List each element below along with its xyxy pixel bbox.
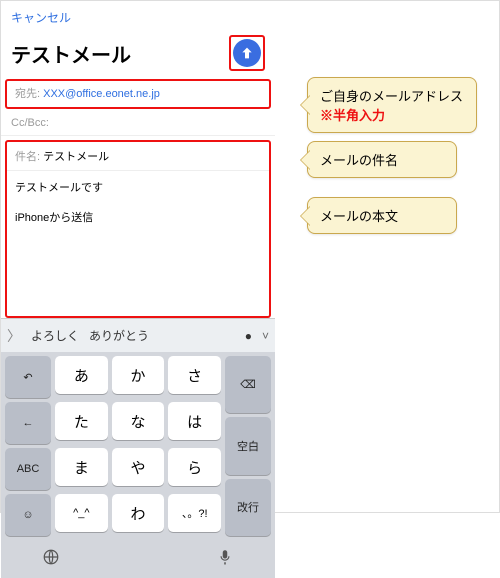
mail-compose-screen: キャンセル テストメール 宛先: XXX@office.eonet.ne.jp … xyxy=(1,1,275,578)
keyboard-bottom xyxy=(1,540,275,578)
key-undo[interactable]: ↶ xyxy=(5,356,51,398)
key-abc[interactable]: ABC xyxy=(5,448,51,490)
callout-address: ご自身のメールアドレス ※半角入力 xyxy=(307,77,477,133)
key-kaomoji[interactable]: ^_^ xyxy=(55,494,108,532)
subject-label: 件名: xyxy=(15,151,40,163)
callout-subject-text: メールの件名 xyxy=(320,153,398,168)
key-left[interactable]: ← xyxy=(5,402,51,444)
to-field[interactable]: 宛先: XXX@office.eonet.ne.jp xyxy=(5,79,271,109)
cancel-button[interactable]: キャンセル xyxy=(11,9,71,26)
mic-icon[interactable] xyxy=(182,542,269,572)
keyboard: ↶ ← ABC ☺ あ か さ た な は ま や ら xyxy=(1,352,275,540)
predict-word-2[interactable]: ありがとう xyxy=(89,327,149,344)
compose-header: テストメール xyxy=(1,31,275,79)
key-ra[interactable]: ら xyxy=(168,448,221,486)
callout-address-note: ※半角入力 xyxy=(320,105,464,124)
to-label: 宛先: xyxy=(15,88,40,100)
key-ma[interactable]: ま xyxy=(55,448,108,486)
cc-bcc-field[interactable]: Cc/Bcc: xyxy=(1,113,275,136)
subject-field[interactable]: 件名: テストメール xyxy=(7,142,269,171)
key-punct[interactable]: 、。?! xyxy=(168,494,221,532)
callout-body-text: メールの本文 xyxy=(320,209,398,224)
message-area-highlight: 件名: テストメール テストメールです iPhoneから送信 xyxy=(5,140,271,318)
key-ha[interactable]: は xyxy=(168,402,221,440)
key-ka[interactable]: か xyxy=(112,356,165,394)
globe-icon[interactable] xyxy=(7,542,94,572)
top-bar: キャンセル xyxy=(1,1,275,31)
subject-value: テストメール xyxy=(43,151,109,163)
key-emoji[interactable]: ☺ xyxy=(5,494,51,536)
key-return[interactable]: 改行 xyxy=(225,479,271,536)
key-space[interactable]: 空白 xyxy=(225,417,271,474)
key-ya[interactable]: や xyxy=(112,448,165,486)
key-wa[interactable]: わ xyxy=(112,494,165,532)
cc-label: Cc/Bcc: xyxy=(11,117,49,129)
key-sa[interactable]: さ xyxy=(168,356,221,394)
key-na[interactable]: な xyxy=(112,402,165,440)
to-value: XXX@office.eonet.ne.jp xyxy=(43,88,160,100)
send-highlight xyxy=(229,35,265,71)
key-delete[interactable]: ⌫ xyxy=(225,356,271,413)
voice-icon[interactable]: ● xyxy=(245,329,252,343)
body-field[interactable]: テストメールです xyxy=(7,171,269,197)
key-ta[interactable]: た xyxy=(55,402,108,440)
arrow-up-icon xyxy=(239,45,255,61)
predict-word-1[interactable]: よろしく xyxy=(31,327,79,344)
prediction-bar: 〉 よろしく ありがとう ● ˅ xyxy=(1,318,275,352)
callout-subject: メールの件名 xyxy=(307,141,457,178)
chevron-icon[interactable]: 〉 xyxy=(7,326,21,346)
callout-body: メールの本文 xyxy=(307,197,457,234)
signature-text: iPhoneから送信 xyxy=(7,197,269,237)
collapse-icon[interactable]: ˅ xyxy=(262,329,269,343)
page-title: テストメール xyxy=(11,39,131,68)
callout-address-text: ご自身のメールアドレス xyxy=(320,86,464,105)
key-a[interactable]: あ xyxy=(55,356,108,394)
send-button[interactable] xyxy=(233,39,261,67)
